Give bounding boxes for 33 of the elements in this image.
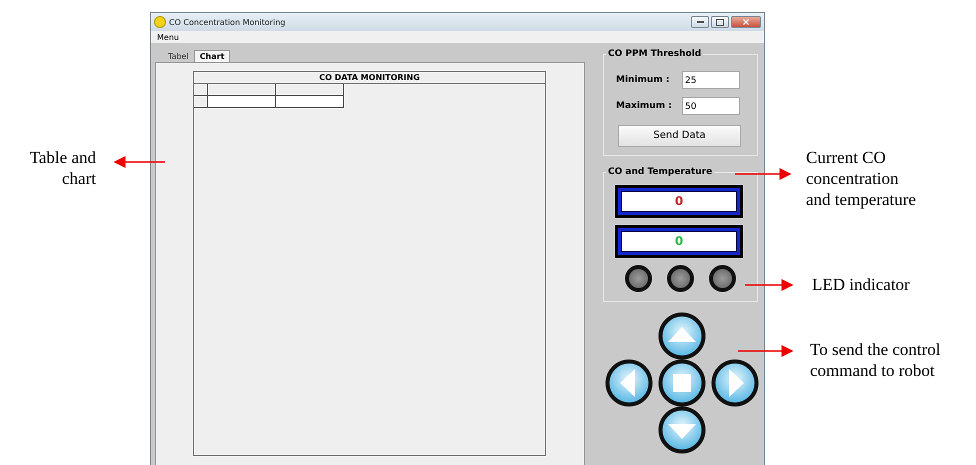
close-button[interactable] [731,16,761,28]
stop-button[interactable] [658,359,706,407]
maximize-button[interactable] [711,16,729,28]
arrow [745,279,794,291]
field-label: Minimum : [616,75,670,85]
group-title: CO PPM Threshold [606,49,704,59]
field-label: Maximum : [616,101,673,111]
arrow-button[interactable] [605,359,653,407]
arrow-button[interactable] [658,406,706,454]
minimize-button[interactable] [691,16,709,28]
window-title: CO Concentration Monitoring [169,18,286,26]
annotation-text: To send the control command to robot [810,339,941,381]
table-cell [208,96,276,108]
menu-item[interactable]: Menu [157,32,179,42]
reading-value: 0 [622,192,736,211]
arrow [114,156,165,168]
send-data-button[interactable]: Send Data [618,124,741,146]
annotation-text: Current CO concentration and temperature [806,147,916,210]
tab[interactable]: Chart [194,50,230,62]
table-cell [194,84,208,96]
input-field[interactable]: 50 [682,97,740,115]
grid-title: CO DATA MONITORING [194,72,545,84]
annotation-text: LED indicator [812,274,910,295]
input-field[interactable]: 25 [682,71,740,89]
arrow-button[interactable] [658,312,706,360]
reading-value: 0 [622,232,736,251]
arrow-button[interactable] [711,359,759,407]
annotation-text: Table and chart [28,147,96,189]
table-cell [276,96,344,108]
arrow [735,168,792,180]
arrow [738,345,794,357]
group-title: CO and Temperature [606,167,714,177]
tab[interactable]: Tabel [163,51,194,62]
